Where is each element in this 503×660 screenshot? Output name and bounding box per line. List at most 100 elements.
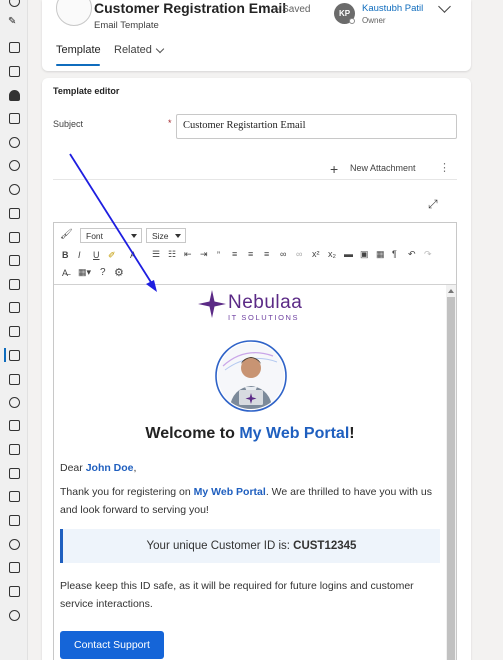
settings-icon[interactable]	[9, 610, 20, 621]
customer-id-box: Your unique Customer ID is: CUST12345	[60, 529, 440, 563]
numbered-list-icon[interactable]: ☷	[168, 249, 176, 260]
nav-circle-icon[interactable]	[9, 0, 20, 7]
handshake-icon[interactable]	[9, 184, 20, 195]
box-icon[interactable]	[9, 113, 20, 124]
expand-header-chevron-icon[interactable]	[438, 0, 451, 13]
chart-icon[interactable]	[9, 539, 20, 550]
help-icon[interactable]: ?	[100, 267, 106, 278]
highlight-icon[interactable]: ✐	[108, 250, 116, 261]
plus-icon[interactable]: +	[330, 161, 338, 177]
blockquote-icon[interactable]: ”	[217, 250, 220, 260]
undo-icon[interactable]: ↶	[408, 249, 416, 260]
record-header: Customer Registration Email - Saved Emai…	[42, 0, 471, 71]
editor-scrollbar[interactable]	[446, 285, 456, 660]
image-icon[interactable]: ▣	[360, 249, 369, 260]
tab-related[interactable]: Related	[114, 44, 152, 56]
nav-active-indicator	[4, 348, 6, 362]
tab-template[interactable]: Template	[56, 44, 101, 56]
font-dropdown-label: Font	[86, 231, 104, 241]
alert-icon[interactable]	[9, 397, 20, 408]
superscript-icon[interactable]: x²	[312, 249, 320, 259]
list-icon[interactable]	[9, 515, 20, 526]
table-icon[interactable]: ▦	[376, 249, 385, 260]
email-preview[interactable]: Nebulaa IT SOLUTIONS Welcome to My Web P…	[54, 285, 446, 660]
person-icon[interactable]	[9, 137, 20, 148]
document-lines-icon[interactable]	[9, 279, 20, 290]
thanks-paragraph: Thank you for registering on My Web Port…	[60, 483, 440, 519]
customer-id: CUST12345	[293, 540, 357, 552]
section-title: Template editor	[53, 86, 120, 96]
align-right-icon[interactable]: ≡	[264, 249, 269, 259]
new-attachment-button[interactable]: New Attachment	[350, 163, 416, 173]
subscript-icon[interactable]: x₂	[328, 249, 336, 259]
logo-tagline: IT SOLUTIONS	[228, 313, 300, 322]
hero-image	[215, 340, 287, 412]
clear-format-icon[interactable]: A̶	[62, 268, 68, 278]
italic-icon[interactable]: I	[78, 250, 81, 260]
scroll-up-arrow-icon[interactable]	[448, 289, 454, 293]
expand-editor-icon[interactable]: ⤢	[428, 197, 438, 212]
document-icon[interactable]	[9, 66, 20, 77]
pin-icon[interactable]: ✎	[8, 16, 20, 29]
customer-name: John Doe	[85, 462, 134, 474]
gear-icon[interactable]: ⚙	[114, 266, 124, 279]
more-options-icon[interactable]: ⋮	[439, 161, 450, 174]
increase-indent-icon[interactable]: ⇥	[200, 249, 208, 260]
bold-icon[interactable]: B	[62, 250, 69, 260]
redo-icon[interactable]: ↷	[424, 249, 432, 260]
logo-name: Nebulaa	[228, 292, 303, 313]
people-icon[interactable]	[9, 90, 20, 101]
save-status: - Saved	[276, 4, 311, 15]
size-dropdown[interactable]: Size	[146, 228, 186, 243]
document-dollar-icon[interactable]	[9, 232, 20, 243]
greeting-suffix: ,	[133, 462, 137, 474]
owner-role: Owner	[362, 16, 386, 25]
logo-star-icon	[198, 290, 226, 318]
package-icon[interactable]	[9, 491, 20, 502]
email-template-icon[interactable]	[9, 350, 20, 361]
keep-safe-paragraph: Please keep this ID safe, as it will be …	[60, 580, 414, 610]
document-chart-icon[interactable]	[9, 562, 20, 573]
customer-id-prefix: Your unique Customer ID is:	[146, 540, 294, 552]
record-image-icon	[56, 0, 92, 26]
template-editor-card: Template editor Subject * Customer Regis…	[42, 78, 471, 660]
decrease-indent-icon[interactable]: ⇤	[184, 249, 192, 260]
link-icon[interactable]: ∞	[280, 249, 286, 259]
font-dropdown[interactable]: Font	[80, 228, 142, 243]
format-painter-icon[interactable]: 🖌	[60, 229, 73, 240]
mail-icon[interactable]	[9, 42, 20, 53]
document-search-icon[interactable]	[9, 302, 20, 313]
attachment-row: + New Attachment ⋮	[53, 158, 457, 180]
font-color-icon[interactable]: A	[130, 250, 136, 260]
presence-icon	[349, 18, 355, 24]
bullet-list-icon[interactable]: ☰	[152, 249, 160, 260]
underline-icon[interactable]: U	[93, 250, 100, 260]
rich-text-editor: 🖌 Font Size B I U ✐ A ☰ ☷ ⇤ ⇥ ” ≡ ≡ ≡ ∞ …	[53, 222, 457, 660]
cube-icon[interactable]	[9, 374, 20, 385]
owner-name-link[interactable]: Kaustubh Patil	[362, 3, 423, 14]
book-icon[interactable]	[9, 468, 20, 479]
document-gear-icon[interactable]	[9, 326, 20, 337]
checklist-icon[interactable]	[9, 208, 20, 219]
chevron-down-icon[interactable]	[155, 44, 165, 54]
horizontal-rule-icon[interactable]: ▬	[344, 249, 353, 259]
info-icon[interactable]	[9, 160, 20, 171]
subject-label: Subject	[53, 119, 84, 129]
page-title: Customer Registration Email	[94, 0, 287, 16]
align-left-icon[interactable]: ≡	[232, 249, 237, 259]
ltr-icon[interactable]: ¶	[392, 249, 397, 259]
left-nav-rail: ✎	[0, 0, 28, 660]
document-list-icon[interactable]	[9, 255, 20, 266]
record-type: Email Template	[94, 20, 159, 31]
welcome-suffix: !	[349, 425, 355, 442]
align-center-icon[interactable]: ≡	[248, 249, 253, 259]
notes-icon[interactable]	[9, 444, 20, 455]
clipboard-icon[interactable]	[9, 586, 20, 597]
contact-support-button[interactable]: Contact Support	[60, 631, 164, 659]
scroll-thumb[interactable]	[447, 297, 455, 660]
file-icon[interactable]	[9, 420, 20, 431]
insert-table-icon[interactable]: ▦▾	[78, 267, 91, 278]
subject-input[interactable]: Customer Registartion Email	[176, 114, 457, 139]
unlink-icon[interactable]: ∞	[296, 249, 302, 259]
caret-down-icon	[131, 234, 137, 238]
